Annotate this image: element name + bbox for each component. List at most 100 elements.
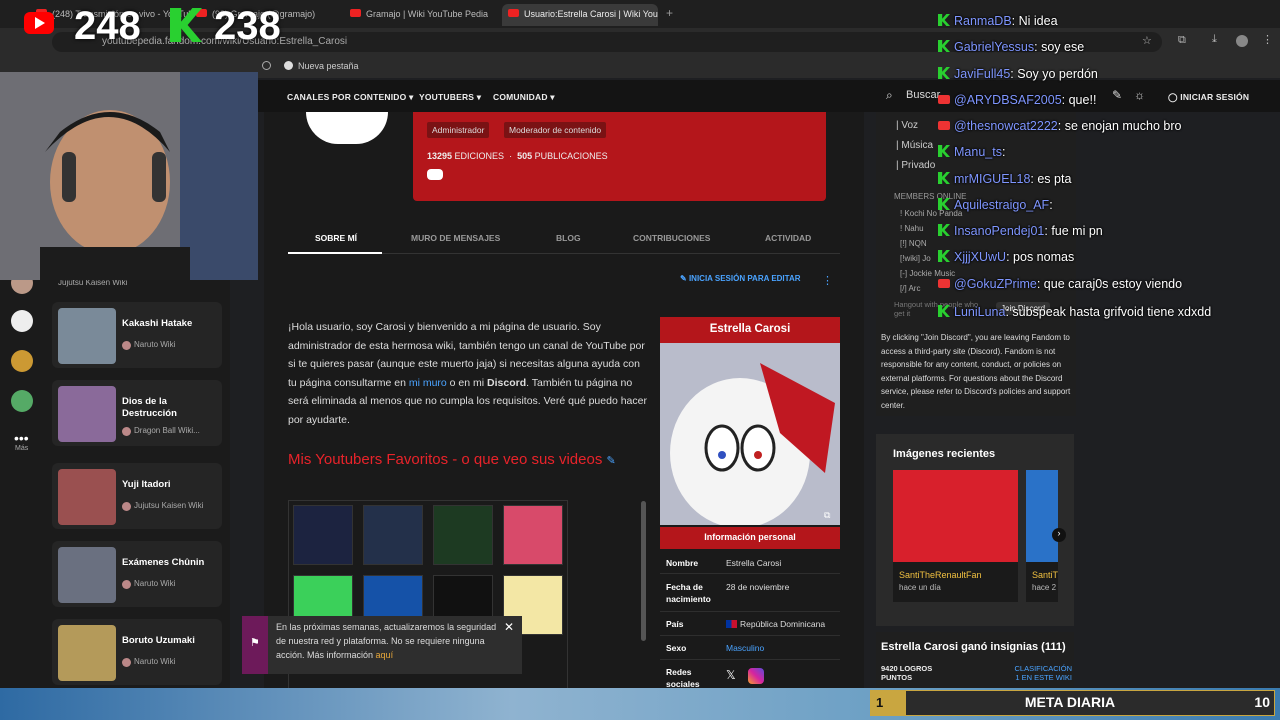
member: [/] Arc — [900, 284, 921, 293]
new-tab-icon[interactable]: + — [666, 6, 673, 20]
youtuber-thumb[interactable] — [433, 505, 493, 565]
discord-icon[interactable] — [427, 169, 443, 180]
uploader[interactable]: SantiTheRenaultFan — [899, 570, 982, 580]
chat-user: @GokuZPrime — [954, 277, 1037, 291]
wiki-icon[interactable] — [11, 390, 33, 412]
voice-channel[interactable]: | Música — [896, 140, 933, 151]
uploader[interactable]: SantiT — [1032, 570, 1058, 580]
more-icon[interactable]: ••• — [14, 430, 29, 446]
bookmark-new-tab[interactable]: Nueva pestaña — [298, 61, 359, 71]
card-wiki: Jujutsu Kaisen Wiki — [122, 501, 203, 511]
youtube-viewers: 248 — [74, 4, 141, 48]
wiki-icon[interactable] — [11, 310, 33, 332]
list-item[interactable]: Dios de la Destrucción Dragon Ball Wiki..… — [52, 380, 222, 446]
kick-icon — [938, 14, 950, 26]
voice-channel[interactable]: | Voz — [896, 120, 918, 131]
youtuber-thumb[interactable] — [363, 505, 423, 565]
chat-message: mrMIGUEL18: es pta — [938, 172, 1071, 186]
tab-blog[interactable]: BLOG — [556, 233, 581, 243]
card-thumbnail — [58, 625, 116, 681]
youtuber-thumb[interactable] — [293, 505, 353, 565]
card-thumbnail — [58, 386, 116, 442]
infobox-section: Información personal — [660, 527, 840, 549]
goal-target: 10 — [1254, 694, 1270, 710]
chat-user: Aquilestraigo_AF — [954, 198, 1050, 212]
nav-label: YOUTUBERS — [419, 92, 475, 102]
goal-current: 1 — [870, 690, 906, 716]
tab-about[interactable]: SOBRE MÍ — [315, 233, 357, 243]
infobox-row: País República Dominicana — [660, 612, 840, 636]
edit-login-link[interactable]: ✎ INICIA SESIÓN PARA EDITAR — [680, 274, 801, 283]
infobox-row: Sexo Masculino — [660, 636, 840, 660]
toast-link[interactable]: aquí — [376, 650, 394, 660]
card-thumbnail — [58, 308, 116, 364]
browser-tab-active[interactable]: Usuario:Estrella Carosi | Wiki You — [502, 4, 658, 26]
tab-title: Usuario:Estrella Carosi | Wiki You — [524, 9, 658, 19]
nav-youtubers[interactable]: YOUTUBERS ▾ — [419, 92, 481, 103]
x-twitter-icon[interactable]: 𝕏 — [726, 668, 736, 682]
chat-user: @thesnowcat2222 — [954, 119, 1058, 133]
chat-user: InsanoPendej01 — [954, 224, 1045, 238]
list-item[interactable]: Exámenes Chûnin Naruto Wiki — [52, 541, 222, 607]
edits-label: EDICIONES — [454, 151, 505, 161]
voice-channel[interactable]: | Privado — [896, 160, 935, 171]
tab-activity[interactable]: ACTIVIDAD — [765, 233, 811, 243]
infobox-image[interactable] — [660, 343, 840, 525]
sex-link[interactable]: Masculino — [726, 642, 764, 654]
infobox-row: Fecha de nacimiento 28 de noviembre — [660, 574, 840, 612]
close-icon[interactable]: ✕ — [504, 620, 514, 634]
tab-contributions[interactable]: CONTRIBUCIONES — [633, 233, 710, 243]
browser-tab[interactable]: Gramajo | Wiki YouTube Pedia — [344, 4, 502, 26]
row-key: Redes sociales — [666, 667, 700, 689]
chat-message: JaviFull45: Soy yo perdón — [938, 67, 1098, 81]
list-item[interactable]: Kakashi Hatake Naruto Wiki — [52, 302, 222, 368]
badges-section: Estrella Carosi ganó insignias (111) 942… — [876, 632, 1074, 690]
row-key: País — [666, 619, 684, 629]
chat-message: XjjjXUwU: pos nomas — [938, 250, 1074, 264]
card-wiki: Dragon Ball Wiki... — [122, 426, 200, 436]
google-icon — [284, 61, 293, 70]
instagram-icon[interactable] — [748, 668, 764, 684]
tab-title: Gramajo | Wiki YouTube Pedia — [366, 9, 489, 19]
row-key: Nombre — [666, 558, 699, 568]
wiki-icon[interactable] — [11, 350, 33, 372]
chat-message: @ARYDBSAF2005: que!! — [938, 93, 1096, 107]
trending-cards: Jujutsu Kaisen Wiki Kakashi Hatake Naruto… — [44, 260, 230, 690]
list-item[interactable]: Yuji Itadori Jujutsu Kaisen Wiki — [52, 463, 222, 529]
card-wiki: Naruto Wiki — [122, 657, 175, 667]
card-thumbnail — [58, 469, 116, 525]
list-item[interactable]: Boruto Uzumaki Naruto Wiki — [52, 619, 222, 685]
chat-text: Soy yo perdón — [1017, 67, 1098, 81]
chat-message: Manu_ts: — [938, 145, 1005, 159]
youtuber-thumb[interactable] — [503, 505, 563, 565]
expand-image-icon[interactable]: ⧉ — [824, 510, 830, 521]
chat-message: Aquilestraigo_AF: — [938, 198, 1053, 212]
nav-comunidad[interactable]: COMUNIDAD ▾ — [493, 92, 555, 103]
chat-user: Manu_ts — [954, 145, 1002, 159]
kick-icon — [938, 67, 950, 79]
youtube-favicon-icon — [350, 9, 361, 17]
card-title: Dios de la Destrucción — [122, 396, 177, 419]
chat-user: LuniLuna — [954, 305, 1006, 319]
upload-time: hace 2 — [1032, 583, 1057, 592]
chat-message: RanmaDB: Ni idea — [938, 14, 1058, 28]
nav-canales[interactable]: CANALES POR CONTENIDO ▾ — [287, 92, 413, 103]
grid-scrollbar[interactable] — [641, 501, 646, 641]
member: [!wiki] Jo — [900, 254, 931, 263]
tab-wall[interactable]: MURO DE MENSAJES — [411, 233, 500, 243]
my-wall-link[interactable]: mi muro — [409, 377, 447, 389]
active-tab-underline — [288, 252, 382, 254]
country-text: República Dominicana — [740, 619, 826, 629]
more-label: Más — [15, 445, 29, 452]
edit-section-icon[interactable]: ✎ — [607, 455, 616, 467]
intro-paragraph: ¡Hola usuario, soy Carosi y bienvenido a… — [288, 318, 648, 430]
role-badge: Moderador de contenido — [504, 122, 607, 138]
carousel-next-icon[interactable]: › — [1052, 528, 1066, 542]
discord-notice: By clicking "Join Discord", you are leav… — [881, 333, 1071, 410]
chat-user: GabrielYessus — [954, 40, 1035, 54]
more-options-icon[interactable]: ⋮ — [822, 274, 833, 287]
role-badge: Administrador — [427, 122, 490, 138]
recent-image-card[interactable]: SantiTheRenaultFan hace un día — [893, 470, 1018, 602]
card-title: Exámenes Chûnin — [122, 557, 205, 568]
row-value: 28 de noviembre — [726, 582, 790, 592]
